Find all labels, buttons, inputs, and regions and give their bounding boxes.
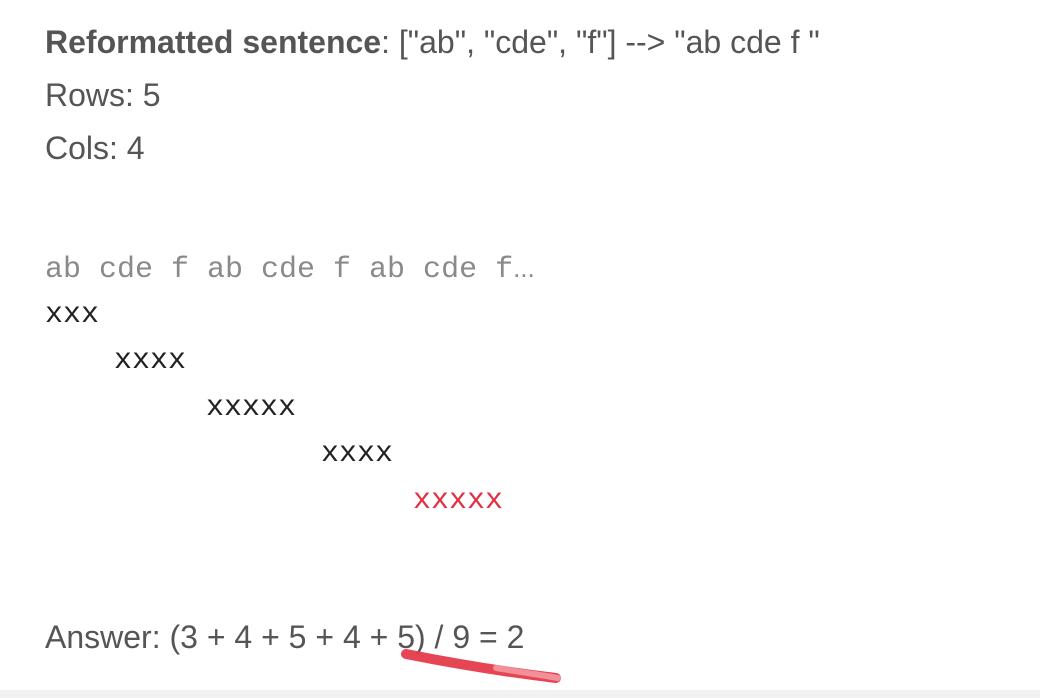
bottom-divider — [0, 690, 1040, 698]
sentence-label: Reformatted sentence — [45, 24, 382, 60]
red-underline-stroke — [401, 649, 561, 683]
row-3-marks: xxxxx — [206, 391, 297, 425]
row-1-marks: xxx — [45, 298, 100, 332]
row-4-marks: xxxx — [321, 437, 394, 471]
sequence-ellipsis: ... — [513, 253, 535, 283]
cols-count: Cols: 4 — [45, 130, 145, 166]
sequence-text: ab cde f ab cde f ab cde f — [45, 253, 514, 287]
sequence-line: ab cde f ab cde f ab cde f... — [45, 250, 535, 288]
row-5-marks-highlighted: xxxxx — [413, 484, 504, 518]
row-2-marks: xxxx — [114, 344, 187, 378]
sentence-line: Reformatted sentence: ["ab", "cde", "f"]… — [45, 22, 820, 62]
rows-count: Rows: 5 — [45, 77, 161, 113]
sentence-value: : ["ab", "cde", "f"] --> "ab cde f " — [381, 24, 820, 60]
